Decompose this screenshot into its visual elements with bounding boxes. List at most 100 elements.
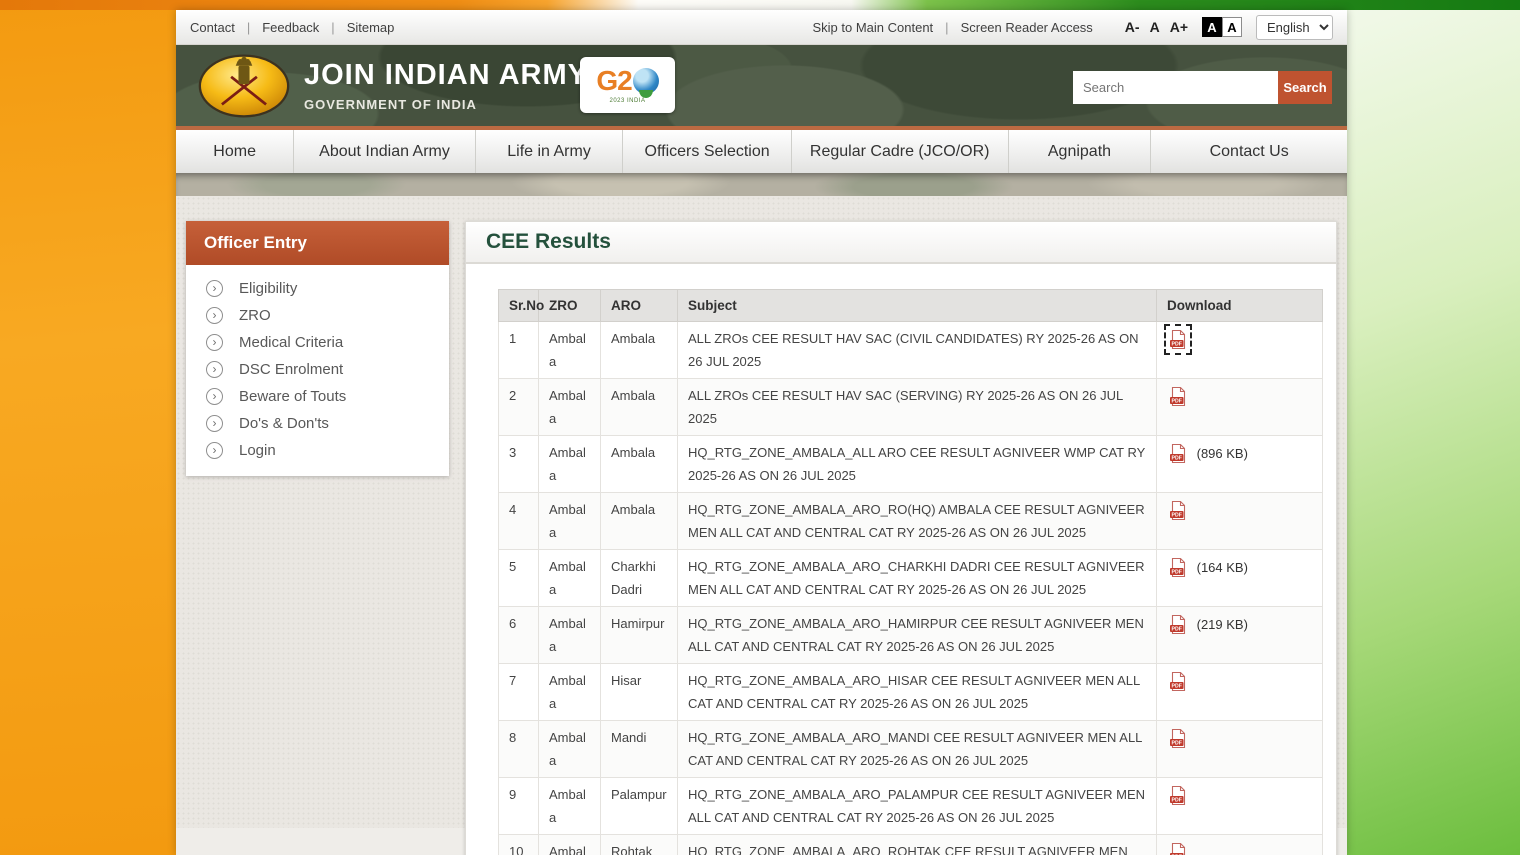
cell-zro: Ambala <box>539 550 601 607</box>
cell-zro: Ambala <box>539 835 601 855</box>
page-container: ContactFeedbackSitemap Skip to Main Cont… <box>176 10 1347 855</box>
cell-download: PDF <box>1157 721 1323 778</box>
indian-army-logo[interactable] <box>198 52 290 120</box>
table-row: 6 Ambala Hamirpur HQ_RTG_ZONE_AMBALA_ARO… <box>499 607 1323 664</box>
nav-item[interactable]: Officers Selection <box>623 130 792 173</box>
cell-download: PDF <box>1157 835 1323 855</box>
table-row: 10 Ambala Rohtak HQ_RTG_ZONE_AMBALA_ARO_… <box>499 835 1323 855</box>
pdf-download-icon[interactable]: PDF <box>1167 384 1189 409</box>
sidebar-item[interactable]: › DSC Enrolment <box>186 356 449 383</box>
language-select[interactable]: English <box>1256 15 1333 40</box>
cell-download: PDF <box>1157 664 1323 721</box>
file-size-label: (164 KB) <box>1197 560 1248 575</box>
cell-aro: Ambala <box>601 379 678 436</box>
panel-header: CEE Results <box>466 222 1336 264</box>
sidebar-item[interactable]: › Beware of Touts <box>186 383 449 410</box>
utility-link[interactable]: Screen Reader Access <box>961 20 1093 35</box>
cell-srno: 2 <box>499 379 539 436</box>
cell-zro: Ambala <box>539 664 601 721</box>
svg-text:PDF: PDF <box>1172 683 1182 689</box>
nav-item[interactable]: Life in Army <box>476 130 624 173</box>
pdf-download-icon[interactable]: PDF <box>1167 669 1189 694</box>
font-size-controls: A- A A+ <box>1125 19 1188 35</box>
font-size-button[interactable]: A+ <box>1170 19 1188 35</box>
table-row: 5 Ambala Charkhi Dadri HQ_RTG_ZONE_AMBAL… <box>499 550 1323 607</box>
chevron-right-circle-icon: › <box>206 334 223 351</box>
pdf-download-icon[interactable]: PDF <box>1167 612 1189 637</box>
nav-item[interactable]: Contact Us <box>1151 130 1347 173</box>
table-row: 1 Ambala Ambala ALL ZROs CEE RESULT HAV … <box>499 322 1323 379</box>
pdf-download-icon[interactable]: PDF <box>1167 441 1189 466</box>
g20-text: G2 <box>596 66 631 96</box>
pdf-download-icon[interactable]: PDF <box>1167 555 1189 580</box>
background-green-band <box>1347 0 1520 855</box>
nav-item[interactable]: Regular Cadre (JCO/OR) <box>792 130 1009 173</box>
cell-subject: HQ_RTG_ZONE_AMBALA_ARO_MANDI CEE RESULT … <box>678 721 1157 778</box>
cell-subject: HQ_RTG_ZONE_AMBALA_ARO_CHARKHI DADRI CEE… <box>678 550 1157 607</box>
pdf-download-icon[interactable]: PDF <box>1167 783 1189 808</box>
sidebar-item[interactable]: › Do's & Don'ts <box>186 410 449 437</box>
site-subtitle: GOVERNMENT OF INDIA <box>304 97 588 112</box>
cell-zro: Ambala <box>539 436 601 493</box>
cell-zro: Ambala <box>539 379 601 436</box>
svg-text:PDF: PDF <box>1172 512 1182 518</box>
nav-item[interactable]: Agnipath <box>1009 130 1152 173</box>
cell-srno: 3 <box>499 436 539 493</box>
utility-link[interactable]: Sitemap <box>347 20 395 35</box>
cell-srno: 4 <box>499 493 539 550</box>
column-header-aro: ARO <box>601 290 678 322</box>
page-title: CEE Results <box>486 230 611 254</box>
pdf-download-icon[interactable]: PDF <box>1167 840 1189 855</box>
nav-item[interactable]: Home <box>176 130 294 173</box>
search-button[interactable]: Search <box>1278 71 1332 104</box>
svg-text:PDF: PDF <box>1172 398 1182 404</box>
content-area: Officer Entry › Eligibility › ZRO › Medi… <box>176 196 1347 828</box>
cell-zro: Ambala <box>539 607 601 664</box>
table-row: 2 Ambala Ambala ALL ZROs CEE RESULT HAV … <box>499 379 1323 436</box>
g20-logo: G2 2023 INDIA <box>580 57 675 113</box>
pdf-download-icon[interactable]: PDF <box>1167 498 1189 523</box>
cell-aro: Ambala <box>601 322 678 379</box>
cell-srno: 5 <box>499 550 539 607</box>
cell-aro: Hisar <box>601 664 678 721</box>
sidebar-item[interactable]: › ZRO <box>186 302 449 329</box>
brand-block: JOIN INDIAN ARMY GOVERNMENT OF INDIA <box>304 59 588 112</box>
cell-download: PDF <box>1157 322 1323 379</box>
svg-text:PDF: PDF <box>1172 455 1182 461</box>
cell-aro: Mandi <box>601 721 678 778</box>
cell-subject: HQ_RTG_ZONE_AMBALA_ARO_HAMIRPUR CEE RESU… <box>678 607 1157 664</box>
utility-links-right: Skip to Main ContentScreen Reader Access <box>812 20 1092 35</box>
main-nav: Home About Indian Army Life in Army Offi… <box>176 130 1347 173</box>
search-input[interactable] <box>1073 71 1278 104</box>
sidebar-item[interactable]: › Eligibility <box>186 275 449 302</box>
cell-srno: 8 <box>499 721 539 778</box>
pdf-download-icon[interactable]: PDF <box>1167 726 1189 751</box>
cell-download: PDF <box>1157 379 1323 436</box>
cell-download: PDF (164 KB) <box>1157 550 1323 607</box>
cell-subject: ALL ZROs CEE RESULT HAV SAC (SERVING) RY… <box>678 379 1157 436</box>
utility-link[interactable]: Contact <box>190 20 262 35</box>
cell-subject: HQ_RTG_ZONE_AMBALA_ARO_HISAR CEE RESULT … <box>678 664 1157 721</box>
svg-text:PDF: PDF <box>1172 626 1182 632</box>
pdf-download-icon[interactable]: PDF <box>1167 327 1189 352</box>
sidebar-item[interactable]: › Medical Criteria <box>186 329 449 356</box>
sidebar-item[interactable]: › Login <box>186 437 449 464</box>
cell-aro: Hamirpur <box>601 607 678 664</box>
column-header-srno: Sr.No <box>499 290 539 322</box>
cell-subject: HQ_RTG_ZONE_AMBALA_ARO_PALAMPUR CEE RESU… <box>678 778 1157 835</box>
g20-globe-icon <box>633 68 659 94</box>
cell-aro: Charkhi Dadri <box>601 550 678 607</box>
normal-contrast-button[interactable]: A <box>1222 17 1242 37</box>
search-bar: Search <box>1073 71 1332 104</box>
high-contrast-button[interactable]: A <box>1202 17 1222 37</box>
utility-link[interactable]: Skip to Main Content <box>812 20 960 35</box>
nav-item[interactable]: About Indian Army <box>294 130 476 173</box>
font-size-button[interactable]: A <box>1150 19 1160 35</box>
font-size-button[interactable]: A- <box>1125 19 1140 35</box>
utility-links-left: ContactFeedbackSitemap <box>190 20 394 35</box>
cell-srno: 1 <box>499 322 539 379</box>
cell-srno: 7 <box>499 664 539 721</box>
cell-srno: 9 <box>499 778 539 835</box>
utility-link[interactable]: Feedback <box>262 20 346 35</box>
chevron-right-circle-icon: › <box>206 280 223 297</box>
